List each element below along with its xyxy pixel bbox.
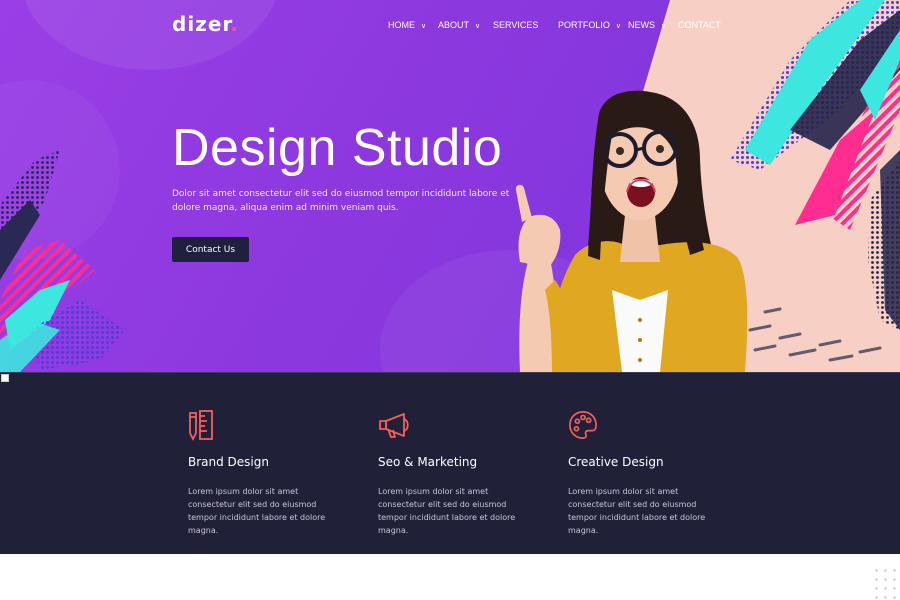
service-description: Lorem ipsum dolor sit amet consectetur e…: [188, 487, 326, 535]
services-section: Brand Design Lorem ipsum dolor sit amet …: [0, 372, 900, 554]
hero-section: dizer. HOME ∨ ABOUT ∨ SERVICES PORTFOLIO ∨ …: [0, 0, 900, 372]
service-description: Lorem ipsum dolor sit amet consectetur e…: [378, 487, 516, 535]
hero-person-image: [515, 90, 748, 372]
palette-icon: [569, 411, 597, 439]
ruler-pencil-icon: [189, 410, 213, 442]
service-title: Creative Design: [568, 455, 664, 469]
service-title: Brand Design: [188, 455, 269, 469]
decorative-dot-grid: [872, 566, 898, 600]
service-card-seo-marketing: Seo & Marketing Lorem ipsum dolor sit am…: [378, 409, 538, 537]
megaphone-icon: [379, 413, 409, 438]
service-card-creative-design: Creative Design Lorem ipsum dolor sit am…: [568, 409, 728, 537]
service-card-brand-design: Brand Design Lorem ipsum dolor sit amet …: [188, 409, 348, 537]
service-description: Lorem ipsum dolor sit amet consectetur e…: [568, 487, 706, 535]
service-title: Seo & Marketing: [378, 455, 478, 469]
broken-image-icon: [1, 374, 9, 382]
